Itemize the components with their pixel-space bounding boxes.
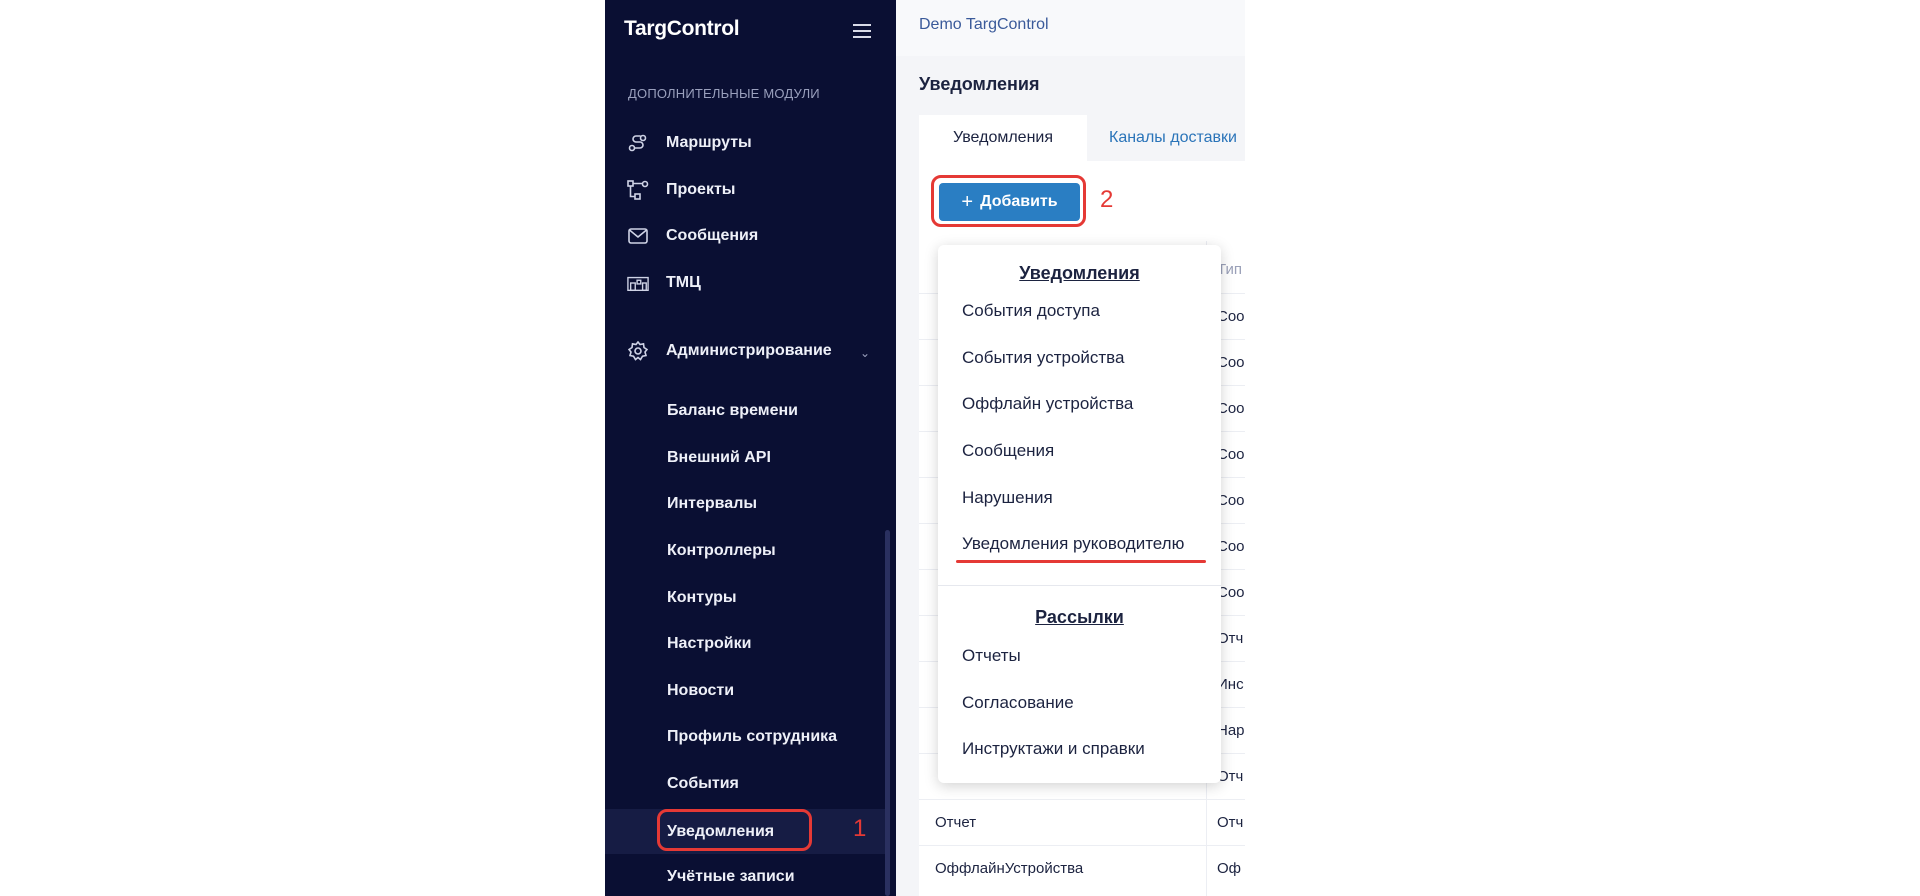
sidebar-item-administration[interactable]: Администрирование [605, 333, 896, 369]
menu-item-violations[interactable]: Нарушения [962, 488, 1053, 508]
tab-notifications[interactable]: Уведомления [919, 115, 1087, 161]
sidebar-item-label: ТМЦ [666, 274, 701, 291]
table-cell: Соо [1217, 400, 1245, 417]
sidebar-subitem[interactable]: Контуры [605, 579, 885, 617]
sidebar-subitem-label: Новости [667, 682, 735, 699]
sidebar-item-label: Администрирование [666, 342, 832, 359]
sidebar-item-routes[interactable]: Маршруты [605, 125, 896, 161]
table-cell: Соо [1217, 492, 1245, 509]
sidebar-subitem-label: Контуры [667, 589, 737, 606]
menu-item-offline-devices[interactable]: Оффлайн устройства [962, 394, 1133, 414]
sidebar-item-messages[interactable]: Сообщения [605, 218, 896, 254]
table-cell: Соо [1217, 584, 1245, 601]
projects-icon [627, 180, 649, 200]
table-cell: Соо [1217, 354, 1245, 371]
add-button[interactable]: + Добавить [939, 183, 1080, 221]
dropdown-header-mailings: Рассылки [1035, 607, 1124, 627]
sidebar-subitem[interactable]: Баланс времени [605, 392, 885, 430]
sidebar-item-label: Проекты [666, 181, 736, 198]
table-cell: Соо [1217, 308, 1245, 325]
sidebar-item-inventory[interactable]: ТМЦ [605, 265, 896, 301]
sidebar-item-label: Маршруты [666, 134, 752, 151]
table-cell: Отчет [935, 814, 977, 831]
table-cell: ОффлайнУстройства [935, 860, 1084, 877]
table-cell: Оф [1217, 860, 1242, 877]
sidebar-subitem[interactable]: Новости [605, 672, 885, 710]
sidebar-subitem[interactable]: Контроллеры [605, 532, 885, 570]
menu-toggle-icon[interactable] [853, 24, 871, 38]
route-icon [627, 133, 649, 153]
table-cell: Соо [1217, 538, 1245, 555]
gear-icon [627, 341, 649, 361]
sidebar-subitem-label: Интервалы [667, 495, 758, 512]
app-screenshot: TargControl ДОПОЛНИТЕЛЬНЫЕ МОДУЛИ Маршру… [605, 0, 1245, 896]
content-panel: + Добавить 2 Тип Соо Соо Соо Соо Соо Соо… [919, 161, 1245, 896]
sidebar: TargControl ДОПОЛНИТЕЛЬНЫЕ МОДУЛИ Маршру… [605, 0, 896, 896]
table-row[interactable]: Отчет Отч [919, 799, 1245, 846]
sidebar-subitem-label: Внешний API [667, 449, 771, 466]
sidebar-subitem[interactable]: Внешний API [605, 439, 885, 477]
menu-item-device-events[interactable]: События устройства [962, 348, 1124, 368]
sidebar-subitem[interactable]: Профиль сотрудника [605, 718, 885, 756]
dropdown-divider [938, 585, 1221, 586]
menu-item-access-events[interactable]: События доступа [962, 301, 1100, 321]
sidebar-subitem[interactable]: Настройки [605, 625, 885, 663]
add-button-label: Добавить [980, 193, 1058, 210]
table-cell: Нар [1217, 722, 1245, 739]
sidebar-item-label: Сообщения [666, 227, 759, 244]
annotation-step-1: 1 [853, 815, 867, 842]
annotation-step-2: 2 [1100, 186, 1114, 213]
chevron-down-icon[interactable]: ⌄ [860, 346, 870, 360]
window-title: Demo TargControl [919, 16, 1049, 33]
menu-item-briefings[interactable]: Инструктажи и справки [962, 739, 1145, 759]
topbar: Demo TargControl [896, 0, 1245, 56]
app-logo: TargControl [624, 17, 740, 40]
sidebar-subitem[interactable]: Учётные записи [605, 858, 885, 896]
sidebar-subitem-label: События [667, 775, 739, 792]
sidebar-subitem[interactable]: Интервалы [605, 485, 885, 523]
warehouse-icon [627, 273, 649, 293]
add-dropdown-menu: Уведомления События доступа События устр… [938, 245, 1221, 783]
menu-item-manager-notifications[interactable]: Уведомления руководителю [962, 534, 1184, 554]
main-panel: Demo TargControl Уведомления Уведомления… [896, 0, 1245, 896]
sidebar-subitem-label: Учётные записи [667, 868, 795, 885]
menu-item-approval[interactable]: Согласование [962, 693, 1074, 713]
table-cell: Отч [1217, 814, 1244, 831]
menu-item-messages[interactable]: Сообщения [962, 441, 1054, 461]
table-row[interactable]: ОффлайнУстройства Оф [919, 845, 1245, 892]
highlight-notifications-nav [657, 809, 812, 851]
table-cell: Соо [1217, 446, 1245, 463]
page-title: Уведомления [919, 74, 1040, 94]
tabs: Уведомления Каналы доставки [919, 115, 1245, 161]
tab-delivery-channels[interactable]: Каналы доставки [1109, 115, 1237, 161]
plus-icon: + [961, 191, 974, 213]
sidebar-subitem-label: Настройки [667, 635, 752, 652]
sidebar-subitem-label: Профиль сотрудника [667, 728, 838, 745]
sidebar-section-label: ДОПОЛНИТЕЛЬНЫЕ МОДУЛИ [628, 86, 820, 101]
dropdown-header-notifications: Уведомления [1019, 263, 1140, 283]
sidebar-scrollbar[interactable] [885, 530, 890, 896]
menu-item-reports[interactable]: Отчеты [962, 646, 1021, 666]
sidebar-subitem-label: Контроллеры [667, 542, 776, 559]
sidebar-subitem-label: Баланс времени [667, 402, 798, 419]
sidebar-item-projects[interactable]: Проекты [605, 172, 896, 208]
sidebar-subitem[interactable]: События [605, 765, 885, 803]
mail-icon [627, 226, 649, 246]
highlight-underline [956, 560, 1206, 563]
